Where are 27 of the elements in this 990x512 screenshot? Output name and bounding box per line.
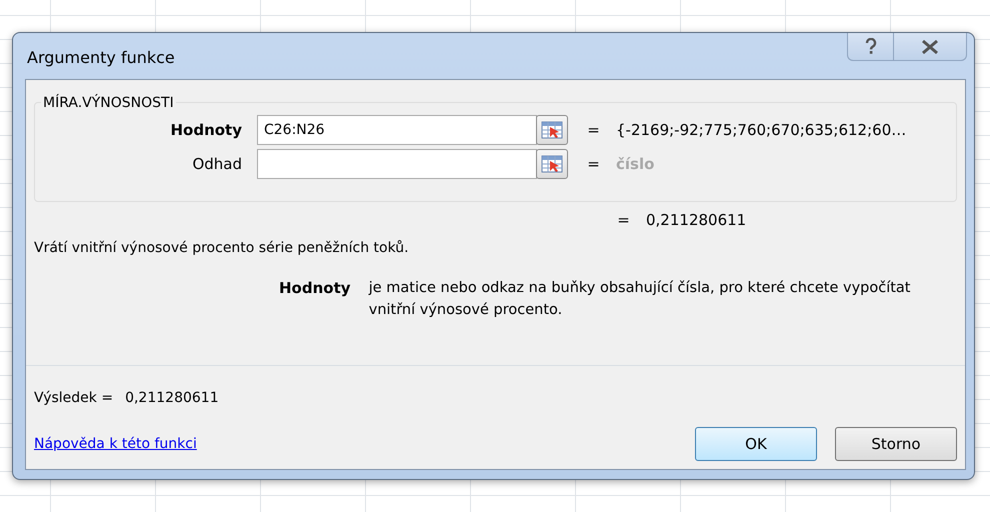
- close-icon: [921, 40, 939, 54]
- formula-result: 0,211280611: [646, 210, 746, 231]
- argument-field[interactable]: C26:N26: [257, 115, 537, 145]
- help-button[interactable]: [847, 33, 893, 61]
- argument-name: Hodnoty: [279, 278, 352, 299]
- dialog-button[interactable]: Storno: [835, 427, 957, 461]
- function-description: Vrátí vnitřní výnosové procento série peněžních toků.: [34, 239, 410, 258]
- help-icon: [864, 38, 876, 55]
- equals-sign: =: [586, 154, 601, 175]
- argument-label: Odhad: [191, 154, 243, 175]
- dialog-button[interactable]: OK: [695, 427, 817, 461]
- argument-value: {-2169;-92;775;760;670;635;612;60…: [616, 120, 906, 141]
- table-arrow-icon: [541, 155, 563, 173]
- range-picker-button[interactable]: [536, 115, 568, 145]
- equals-sign: =: [586, 120, 601, 141]
- close-button[interactable]: [893, 33, 967, 61]
- result-value: 0,211280611: [125, 389, 219, 408]
- help-link[interactable]: Nápověda k této funkci: [34, 434, 197, 454]
- result-label: Výsledek =: [34, 389, 114, 408]
- argument-label: Hodnoty: [169, 120, 243, 141]
- table-arrow-icon: [541, 121, 563, 139]
- argument-field[interactable]: [257, 149, 537, 179]
- equals-sign: =: [616, 210, 631, 231]
- window-title: Argumenty funkce: [26, 47, 175, 69]
- range-picker-button[interactable]: [536, 149, 568, 179]
- argument-description: je matice nebo odkaz na buňky obsahující čísla, pro které chcete vypočítat vnitřní výnosové procento.: [368, 279, 912, 320]
- argument-type-hint: číslo: [616, 154, 654, 175]
